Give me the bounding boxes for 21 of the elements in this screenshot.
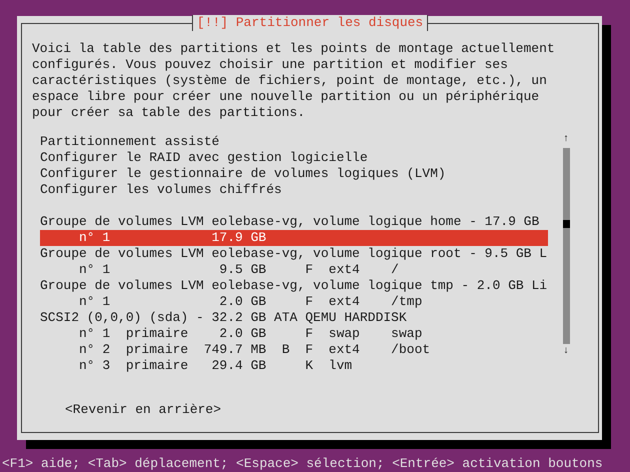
- partition-list-item[interactable]: SCSI2 (0,0,0) (sda) - 32.2 GB ATA QEMU HARDDISK: [40, 310, 548, 326]
- description-text: Voici la table des partitions et les points de montage actuellement configurés. Vous pouvez choisir une partition et modifier ses caractéristiques (système de fichiers, point de montage, etc.), un espace libre pour créer une nouvelle partition ou un périphérique pour créer sa table des partitions.: [32, 41, 556, 121]
- partition-list-item[interactable]: Groupe de volumes LVM eolebase-vg, volume logique root - 9.5 GB L: [40, 246, 548, 262]
- back-button[interactable]: <Revenir en arrière>: [65, 402, 222, 417]
- partition-list-item[interactable]: Groupe de volumes LVM eolebase-vg, volume logique tmp - 2.0 GB Li: [40, 278, 548, 294]
- partition-list-item[interactable]: Partitionnement assisté: [40, 134, 548, 150]
- scroll-up-arrow[interactable]: ↑: [562, 134, 569, 146]
- partition-list-item[interactable]: n° 1 9.5 GB F ext4 /: [40, 262, 548, 278]
- partition-list-item[interactable]: n° 1 primaire 2.0 GB F swap swap: [40, 326, 548, 342]
- partition-list-item[interactable]: n° 3 primaire 29.4 GB K lvm: [40, 358, 548, 374]
- scrollbar-track[interactable]: [562, 148, 570, 344]
- partition-list-item[interactable]: n° 2 primaire 749.7 MB B F ext4 /boot: [40, 342, 548, 358]
- partition-list-item[interactable]: n° 1 17.9 GB: [40, 230, 548, 246]
- partition-list-item[interactable]: Configurer le gestionnaire de volumes logiques (LVM): [40, 166, 548, 182]
- dialog-title: [!!] Partitionner les disques: [192, 15, 428, 31]
- partition-list-item[interactable]: Configurer les volumes chiffrés: [40, 182, 548, 198]
- scrollbar-thumb[interactable]: [562, 220, 570, 228]
- partition-list-item[interactable]: Groupe de volumes LVM eolebase-vg, volume logique home - 17.9 GB: [40, 214, 548, 230]
- partition-list-item[interactable]: Configurer le RAID avec gestion logicielle: [40, 150, 548, 166]
- scroll-down-arrow[interactable]: ↓: [562, 346, 569, 358]
- partition-list-item[interactable]: n° 1 2.0 GB F ext4 /tmp: [40, 294, 548, 310]
